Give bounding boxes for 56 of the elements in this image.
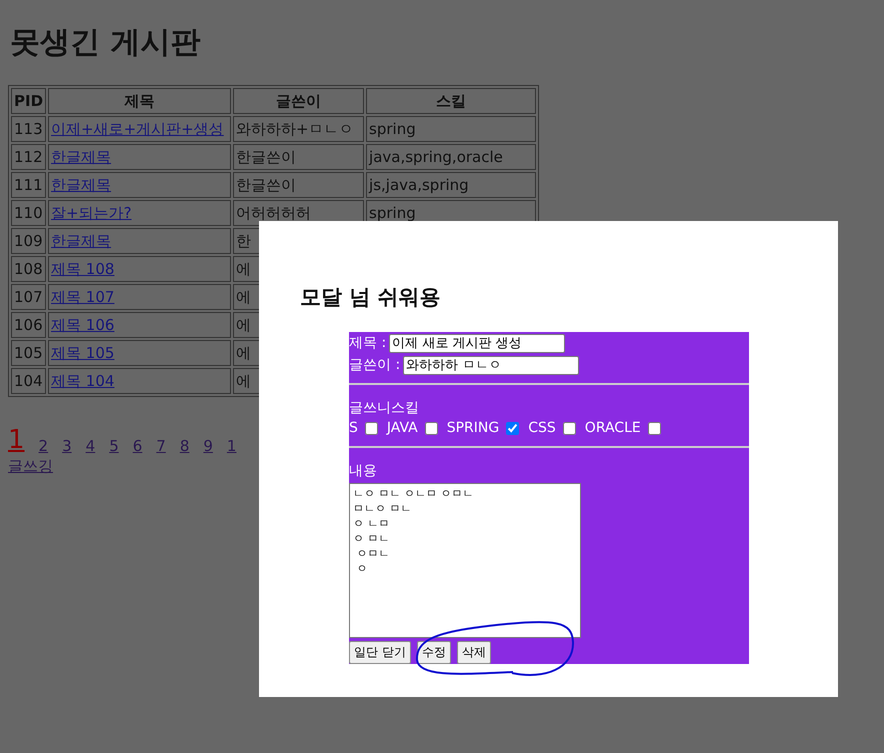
skill-checkbox[interactable] [562, 422, 576, 434]
skill-label: CSS [528, 420, 556, 436]
page-link[interactable]: 7 [156, 437, 166, 455]
content-label: 내용 [349, 462, 378, 480]
table-cell: 113 [11, 116, 46, 142]
table-cell: 한글쓴이 [233, 144, 364, 170]
table-cell: 108 [11, 256, 46, 282]
table-cell: 와하하하+ㅁㄴㅇ [233, 116, 364, 142]
table-cell: 109 [11, 228, 46, 254]
page-link[interactable]: 5 [109, 437, 119, 455]
text-line: ㅇ [355, 562, 368, 575]
column-header: PID [11, 88, 46, 114]
table-cell: spring [366, 116, 536, 142]
skill-label: SPRING [446, 420, 500, 436]
page-link[interactable]: 3 [62, 437, 72, 455]
page-link[interactable]: 4 [86, 437, 96, 455]
page-link[interactable]: 1 [8, 425, 25, 455]
table-cell: 111 [11, 172, 46, 198]
page-title: 못생긴 게시판 [10, 24, 202, 62]
table-cell: 104 [11, 368, 46, 394]
text-line: ㅇㅁㄴ [355, 547, 390, 560]
table-cell: 110 [11, 200, 46, 226]
skill-checkbox[interactable] [364, 422, 378, 434]
table-cell: 107 [11, 284, 46, 310]
column-header: 제목 [48, 88, 232, 114]
table-cell: 112 [11, 144, 46, 170]
page-link[interactable]: 1 [226, 437, 236, 455]
text-line: ㅇ ㄴㅁ [353, 517, 390, 530]
skill-checkbox[interactable] [648, 422, 661, 434]
text-line: ㅁㄴㅇ ㅁㄴ [353, 502, 412, 515]
skills-label: 글쓰니스킬 [349, 399, 420, 417]
page-link[interactable]: 6 [132, 437, 142, 455]
write-link[interactable]: 글쓰깅 [8, 457, 53, 476]
page-link[interactable]: 9 [203, 437, 213, 455]
skill-checkbox[interactable] [424, 422, 438, 434]
skill-label: JAVA [386, 420, 418, 436]
text-line: ㄴㅇ ㅁㄴ ㅇㄴㅁ ㅇㅁㄴ [353, 487, 474, 500]
input-field[interactable]: 와하하하 ㅁㄴㅇ [403, 356, 580, 374]
page-link[interactable]: 2 [38, 437, 48, 455]
input-field[interactable]: 이제 새로 게시판 생성 [389, 334, 566, 352]
skill-label: ORACLE [584, 420, 641, 436]
table-cell: 105 [11, 340, 46, 366]
text-line: ㅇ ㅁㄴ [353, 532, 390, 545]
form-button[interactable]: 일단 닫기 [349, 641, 411, 664]
page-link[interactable]: 8 [180, 437, 190, 455]
form-button[interactable]: 삭제 [456, 641, 491, 664]
content-textarea[interactable]: ㄴㅇ ㅁㄴ ㅇㄴㅁ ㅇㅁㄴ ㅁㄴㅇ ㅁㄴ ㅇ ㄴㅁ ㅇ ㅁㄴ ㅇㅁㄴ ㅇ [349, 483, 581, 638]
form-button[interactable]: 수정 [416, 641, 451, 664]
table-cell: 한글쓴이 [233, 172, 364, 198]
table-cell: java,spring,oracle [366, 144, 536, 170]
table-cell: 106 [11, 312, 46, 338]
table-cell: js,java,spring [366, 172, 536, 198]
column-header: 스킬 [366, 88, 536, 114]
skill-label: S [349, 420, 358, 436]
column-header: 글쓴이 [233, 88, 364, 114]
skill-checkbox[interactable] [506, 422, 520, 434]
